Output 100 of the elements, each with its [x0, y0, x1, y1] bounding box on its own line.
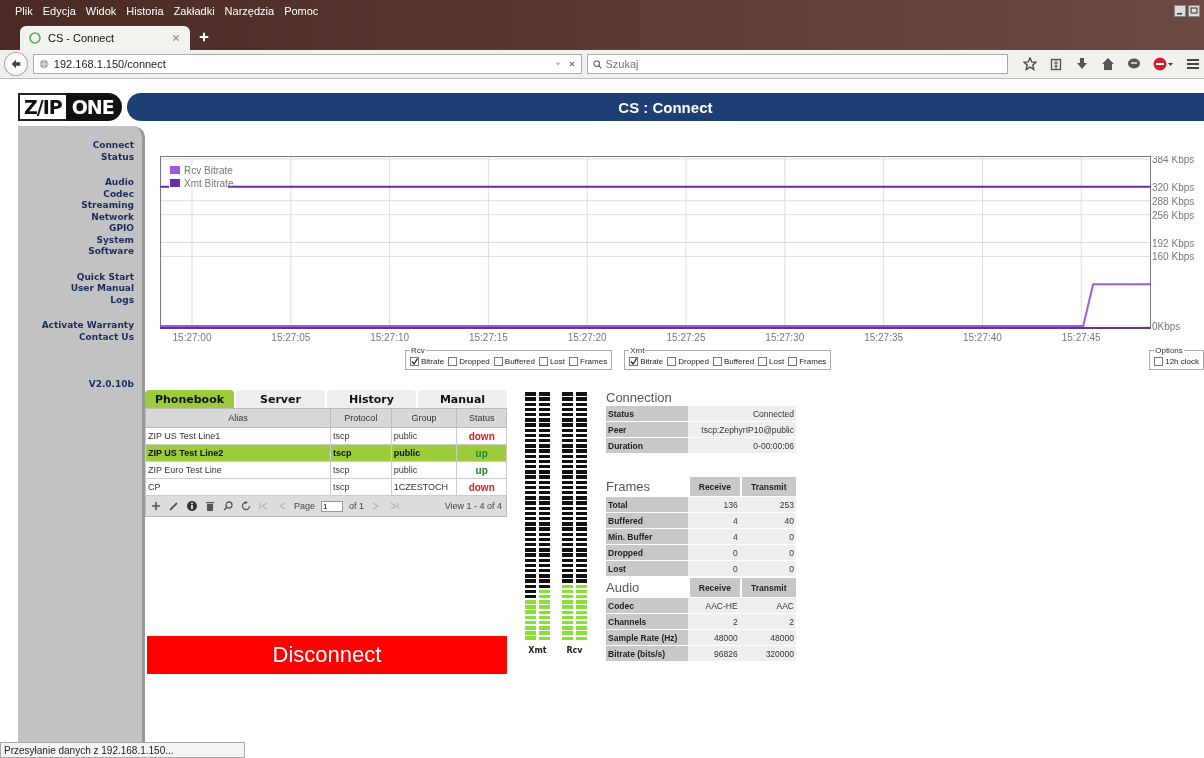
checkbox[interactable] [758, 357, 768, 366]
axis-label: 288 Kbps [1152, 195, 1195, 207]
section-title: Audio [606, 580, 640, 595]
checkbox[interactable] [569, 357, 579, 366]
stat-label: Dropped [606, 545, 688, 560]
table-cell[interactable]: public [391, 427, 457, 445]
sidebar-link[interactable]: Contact Us [79, 331, 134, 343]
table-cell[interactable]: tscp [330, 427, 392, 445]
checkbox[interactable] [629, 357, 639, 366]
download-icon[interactable] [1075, 57, 1089, 71]
stat-value: 136 [688, 497, 740, 512]
search-icon[interactable] [222, 500, 234, 512]
column-header[interactable]: Group [391, 408, 457, 428]
checkbox-label: Buffered [724, 357, 755, 366]
sidebar-link[interactable]: Streaming [81, 200, 134, 212]
axis-label: 15:27:05 [271, 332, 311, 343]
axis-label: 192 Kbps [1152, 237, 1195, 249]
checkbox[interactable] [493, 357, 503, 366]
sidebar-link[interactable]: Codec [103, 188, 134, 200]
tab[interactable]: Phonebook [145, 390, 234, 408]
menu-item[interactable]: Historia [121, 5, 169, 17]
menu-icon[interactable] [1186, 57, 1200, 71]
checkbox-label: Bitrate [421, 357, 445, 366]
refresh-icon[interactable] [240, 500, 252, 512]
back-arrow-icon[interactable] [9, 58, 22, 70]
checkbox[interactable] [1154, 357, 1164, 366]
menu-item[interactable]: Pomoc [279, 5, 324, 17]
stat-value: 320000 [739, 646, 796, 661]
restore-icon[interactable] [1188, 5, 1200, 17]
menu-item[interactable]: Narzędzia [219, 5, 280, 17]
checkbox[interactable] [667, 357, 677, 366]
stat-label: Peer [606, 422, 688, 437]
search-icon[interactable] [591, 58, 603, 70]
sidebar-link[interactable]: Network [91, 211, 134, 223]
checkbox[interactable] [410, 357, 419, 366]
checkbox-label: 12h clock [1165, 357, 1199, 366]
header-bar: CS : Connect [126, 93, 1204, 121]
tab[interactable]: History [327, 390, 416, 408]
sidebar-link[interactable]: Logs [110, 294, 134, 306]
star-icon[interactable] [1023, 57, 1037, 71]
table-cell[interactable]: ZIP Euro Test Line [145, 461, 331, 479]
column-header: Receive [688, 578, 740, 597]
status-text: down [468, 430, 495, 442]
search-box[interactable]: Szukaj [586, 54, 1008, 74]
address-bar[interactable]: 192.168.1.150/connect [32, 54, 582, 74]
info-icon[interactable] [186, 500, 198, 512]
disconnect-button[interactable]: Disconnect [147, 636, 507, 674]
pencil-icon[interactable] [168, 500, 180, 512]
checkbox[interactable] [713, 357, 722, 366]
trash-icon[interactable] [204, 500, 216, 512]
home-icon[interactable] [1101, 57, 1115, 71]
menu-item[interactable]: Plik [10, 5, 38, 17]
sidebar-link[interactable]: Activate Warranty [41, 320, 134, 332]
menu-item[interactable]: Widok [80, 5, 122, 17]
sidebar-link[interactable]: User Manual [70, 283, 134, 295]
search-field[interactable]: Szukaj [605, 58, 1003, 70]
back-button[interactable] [4, 52, 28, 76]
menu-item[interactable]: Zakładki [168, 5, 220, 17]
tab[interactable]: Server [236, 390, 325, 408]
table-cell[interactable]: public [391, 461, 457, 479]
stop-sign-icon[interactable] [1153, 57, 1174, 71]
close-icon[interactable] [170, 32, 182, 44]
table-cell[interactable]: 1CZESTOCH [391, 478, 457, 496]
sidebar-link[interactable]: GPIO [109, 223, 134, 235]
table-cell[interactable]: CP [145, 478, 331, 496]
sidebar-link[interactable]: Connect [92, 140, 134, 152]
axis-label: 160 Kbps [1152, 251, 1195, 263]
sidebar-link[interactable]: Audio [104, 177, 134, 189]
stat-value: 40 [739, 513, 796, 528]
table-cell[interactable]: ZIP US Test Line1 [145, 427, 331, 445]
meter-label: Rcv [566, 646, 583, 655]
axis-label: 15:27:25 [666, 332, 706, 343]
checkbox[interactable] [448, 357, 458, 366]
page-field[interactable]: 1 [321, 500, 344, 512]
column-header[interactable]: Alias [145, 408, 331, 428]
stat-value: 0 [688, 545, 740, 560]
version-label: V2.0.10b [88, 379, 134, 389]
plus-icon[interactable] [198, 31, 210, 43]
minimize-icon[interactable] [1174, 5, 1186, 17]
table-cell[interactable]: tscp [330, 461, 392, 479]
column-header[interactable]: Protocol [330, 408, 392, 428]
sidebar-link[interactable]: Software [88, 246, 134, 258]
browser-tab[interactable]: CS - Connect [20, 26, 190, 50]
axis-label: 15:27:40 [962, 332, 1002, 343]
menu-item[interactable]: Edycja [37, 5, 81, 17]
sidebar-link[interactable]: Quick Start [76, 271, 134, 283]
tab[interactable]: Manual [418, 390, 507, 408]
checkbox[interactable] [788, 357, 798, 366]
checkbox-label: Frames [799, 357, 827, 366]
chat-icon[interactable] [1127, 57, 1141, 71]
table-cell[interactable]: tscp [330, 478, 392, 496]
page-label: Page [294, 501, 316, 511]
column-header[interactable]: Status [456, 408, 507, 428]
checkbox[interactable] [538, 357, 548, 366]
sidebar-link[interactable]: System [96, 234, 134, 246]
address-field[interactable]: 192.168.1.150/connect [53, 58, 549, 70]
checkbox-label: Frames [580, 357, 608, 366]
add-icon[interactable] [150, 500, 162, 512]
sidebar-link[interactable]: Status [101, 151, 134, 163]
clipboard-icon[interactable] [1049, 57, 1063, 71]
